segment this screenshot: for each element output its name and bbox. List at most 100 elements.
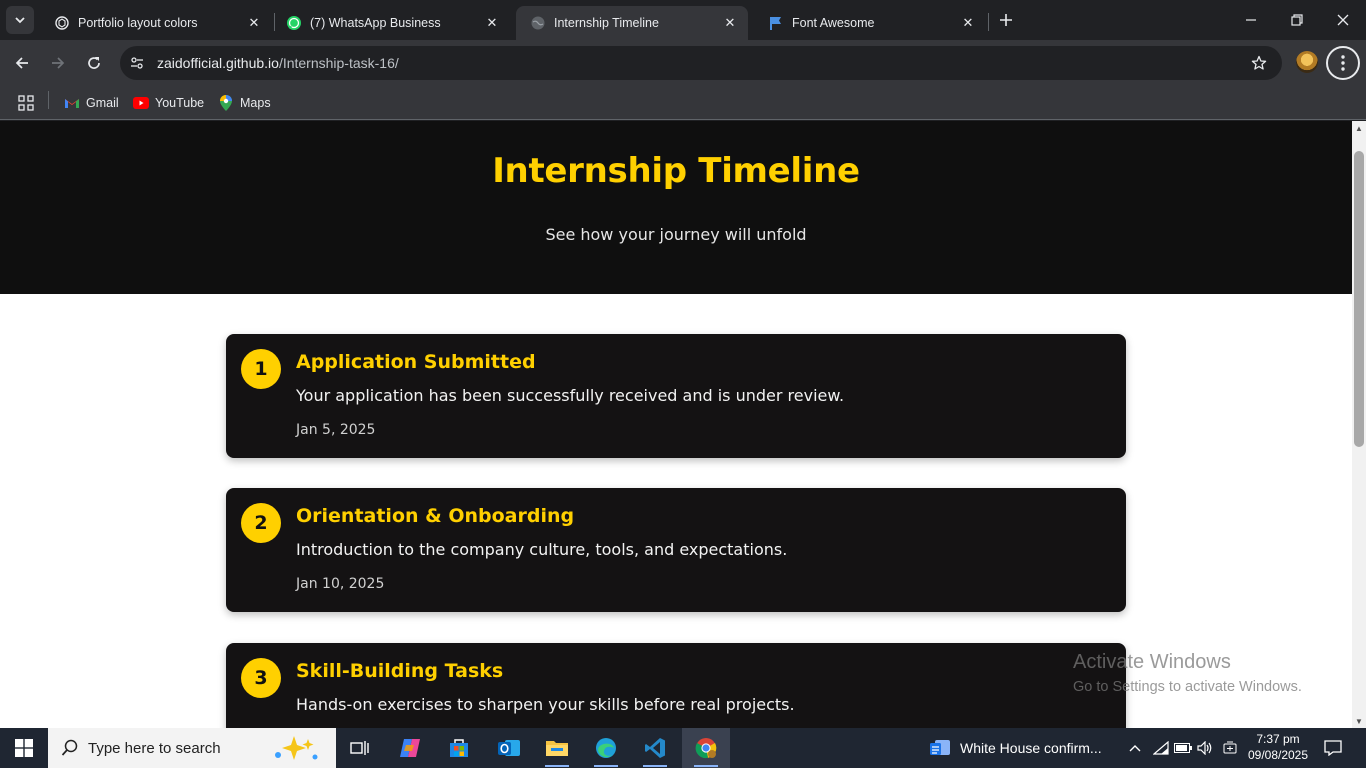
copilot-button[interactable] [386, 728, 434, 768]
scroll-down-arrow-icon[interactable]: ▼ [1352, 714, 1366, 728]
new-tab-button[interactable] [994, 8, 1018, 32]
step-number-badge: 1 [241, 349, 281, 389]
search-highlight-icon [275, 736, 318, 760]
back-button[interactable] [7, 48, 37, 78]
tab-font-awesome[interactable]: Font Awesome ✕ [754, 6, 986, 40]
page-viewport: Internship Timeline See how your journey… [0, 121, 1352, 728]
apps-button[interactable] [18, 92, 34, 114]
forward-button[interactable] [43, 48, 73, 78]
tab-title: Internship Timeline [554, 16, 659, 30]
input-indicator-button[interactable] [1219, 728, 1241, 768]
step-date: Jan 5, 2025 [296, 422, 376, 438]
tab-whatsapp[interactable]: (7) WhatsApp Business ✕ [272, 6, 510, 40]
news-icon [928, 738, 952, 758]
reload-button[interactable] [79, 48, 109, 78]
close-icon[interactable]: ✕ [720, 13, 740, 33]
activate-windows-watermark: Activate Windows Go to Settings to activ… [1073, 651, 1302, 695]
gmail-icon [64, 95, 80, 111]
site-settings-icon[interactable] [125, 51, 149, 75]
globe-icon [530, 15, 546, 31]
step-number-badge: 2 [241, 503, 281, 543]
scroll-up-arrow-icon[interactable]: ▲ [1352, 121, 1366, 135]
folder-icon [546, 741, 568, 756]
url-text[interactable]: zaidofficial.github.io/Internship-task-1… [157, 55, 399, 71]
close-icon[interactable]: ✕ [244, 13, 264, 33]
speaker-icon [1197, 741, 1212, 755]
step-title: Skill-Building Tasks [296, 660, 504, 682]
news-widget[interactable]: White House confirm... [928, 728, 1118, 768]
chevron-up-icon [1129, 745, 1141, 752]
step-title: Application Submitted [296, 351, 536, 373]
youtube-icon [133, 95, 149, 111]
watermark-subtitle: Go to Settings to activate Windows. [1073, 679, 1302, 695]
tab-internship-timeline[interactable]: Internship Timeline ✕ [516, 6, 748, 40]
input-mode-icon [1223, 741, 1237, 754]
profile-avatar[interactable] [1296, 51, 1318, 73]
task-view-icon [350, 741, 369, 755]
restore-button[interactable] [1274, 0, 1320, 40]
vscode-icon [645, 738, 665, 758]
timeline-card: 1 Application Submitted Your application… [226, 334, 1126, 458]
edge-button[interactable] [582, 728, 630, 768]
volume-button[interactable] [1194, 728, 1216, 768]
browser-toolbar: zaidofficial.github.io/Internship-task-1… [0, 40, 1366, 86]
apps-grid-icon [18, 95, 34, 111]
task-view-button[interactable] [336, 728, 384, 768]
wifi-icon [1153, 741, 1169, 755]
scroll-thumb[interactable] [1354, 151, 1364, 447]
news-headline: White House confirm... [960, 740, 1102, 756]
file-explorer-button[interactable] [533, 728, 581, 768]
search-icon [60, 738, 80, 758]
bookmark-star-icon[interactable] [1248, 52, 1270, 74]
timeline-card: 2 Orientation & Onboarding Introduction … [226, 488, 1126, 612]
chrome-icon [695, 738, 717, 759]
page-scrollbar[interactable]: ▲ ▼ [1352, 121, 1366, 728]
notifications-button[interactable] [1318, 728, 1348, 768]
page-subtitle: See how your journey will unfold [545, 225, 807, 244]
close-icon[interactable]: ✕ [958, 13, 978, 33]
clock-date: 09/08/2025 [1247, 748, 1309, 762]
taskbar-clock[interactable]: 7:37 pm 09/08/2025 [1244, 731, 1312, 763]
vscode-button[interactable] [631, 728, 679, 768]
close-icon[interactable]: ✕ [482, 13, 502, 33]
maps-icon [218, 95, 234, 111]
chrome-button[interactable] [682, 728, 730, 768]
timeline-card: 3 Skill-Building Tasks Hands-on exercise… [226, 643, 1126, 728]
notification-icon [1324, 740, 1342, 756]
step-description: Hands-on exercises to sharpen your skill… [296, 695, 795, 714]
bookmark-maps[interactable]: Maps [218, 92, 271, 114]
outlook-icon [498, 740, 520, 756]
battery-button[interactable] [1172, 728, 1194, 768]
tab-title: Font Awesome [792, 16, 875, 30]
show-hidden-icons-button[interactable] [1124, 728, 1146, 768]
tab-search-button[interactable] [6, 6, 34, 34]
minimize-button[interactable] [1228, 0, 1274, 40]
outlook-button[interactable] [485, 728, 533, 768]
close-icon [1337, 14, 1349, 26]
restore-icon [1291, 14, 1303, 26]
tab-title: Portfolio layout colors [78, 16, 198, 30]
bookmarks-bar: Gmail YouTube Maps [0, 86, 1366, 120]
browser-menu-button[interactable] [1326, 46, 1360, 80]
bookmark-gmail[interactable]: Gmail [64, 92, 119, 114]
address-bar[interactable]: zaidofficial.github.io/Internship-task-1… [120, 46, 1282, 80]
tab-divider [988, 13, 989, 31]
step-description: Introduction to the company culture, too… [296, 540, 788, 559]
network-button[interactable] [1150, 728, 1172, 768]
windows-taskbar: Type here to search White House confirm.… [0, 728, 1366, 768]
tab-portfolio[interactable]: Portfolio layout colors ✕ [40, 6, 272, 40]
step-title: Orientation & Onboarding [296, 505, 575, 527]
bookmark-youtube[interactable]: YouTube [133, 92, 204, 114]
whatsapp-icon [286, 15, 302, 31]
bookmark-label: YouTube [155, 96, 205, 110]
close-window-button[interactable] [1320, 0, 1366, 40]
start-button[interactable] [0, 728, 48, 768]
hero-header: Internship Timeline See how your journey… [0, 121, 1352, 294]
step-date: Jan 10, 2025 [296, 576, 385, 592]
taskbar-search-box[interactable]: Type here to search [48, 728, 336, 768]
step-description: Your application has been successfully r… [296, 386, 845, 405]
store-icon [450, 739, 468, 757]
microsoft-store-button[interactable] [435, 728, 483, 768]
step-number-badge: 3 [241, 658, 281, 698]
copilot-icon [400, 739, 420, 757]
